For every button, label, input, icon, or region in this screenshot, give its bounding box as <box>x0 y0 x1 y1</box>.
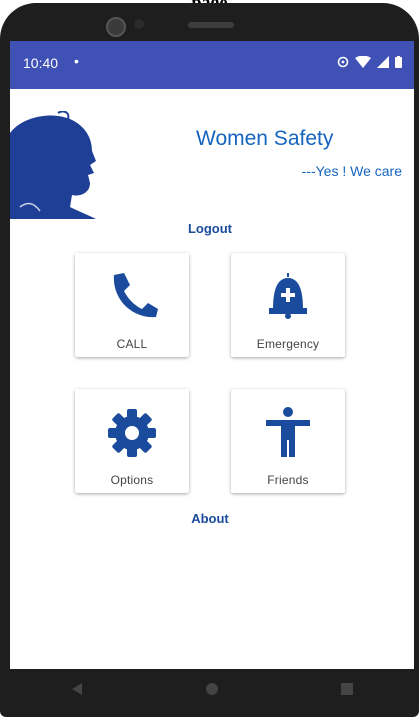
battery-icon <box>395 56 402 68</box>
about-link[interactable]: About <box>160 511 260 526</box>
call-card[interactable]: CALL <box>75 253 189 357</box>
cell-signal-icon <box>377 56 389 68</box>
notification-dot: • <box>74 53 79 69</box>
earpiece-speaker <box>188 22 234 28</box>
emergency-label: Emergency <box>256 337 320 351</box>
back-button[interactable] <box>57 674 97 704</box>
home-button[interactable] <box>192 674 232 704</box>
status-icons <box>337 56 402 68</box>
wifi-icon <box>355 56 371 68</box>
phone-icon <box>113 273 158 318</box>
friends-card[interactable]: Friends <box>231 389 345 493</box>
phone-frame: 10:40 • Women Safety ---Yes ! We care Lo… <box>0 3 419 717</box>
alarm-bell-plus-icon <box>269 273 307 319</box>
app-title: Women Safety <box>196 127 334 150</box>
status-time: 10:40 <box>23 55 59 71</box>
app-screen: 10:40 • Women Safety ---Yes ! We care Lo… <box>10 41 414 669</box>
woman-profile-logo <box>10 111 96 219</box>
options-card[interactable]: Options <box>75 389 189 493</box>
navigation-bar <box>10 669 414 709</box>
recents-button[interactable] <box>327 674 367 704</box>
sensor <box>134 19 144 29</box>
location-icon <box>337 56 349 68</box>
home-icon <box>205 683 218 695</box>
recents-icon <box>340 683 353 695</box>
front-camera <box>106 17 126 37</box>
app-tagline: ---Yes ! We care <box>301 163 402 179</box>
status-bar: 10:40 • <box>10 41 414 89</box>
options-label: Options <box>110 473 154 487</box>
gear-icon <box>108 409 156 457</box>
emergency-card[interactable]: Emergency <box>231 253 345 357</box>
logout-link[interactable]: Logout <box>160 221 260 236</box>
call-label: CALL <box>116 337 148 351</box>
person-icon <box>266 407 310 457</box>
back-icon <box>72 683 83 695</box>
friends-label: Friends <box>267 473 309 487</box>
